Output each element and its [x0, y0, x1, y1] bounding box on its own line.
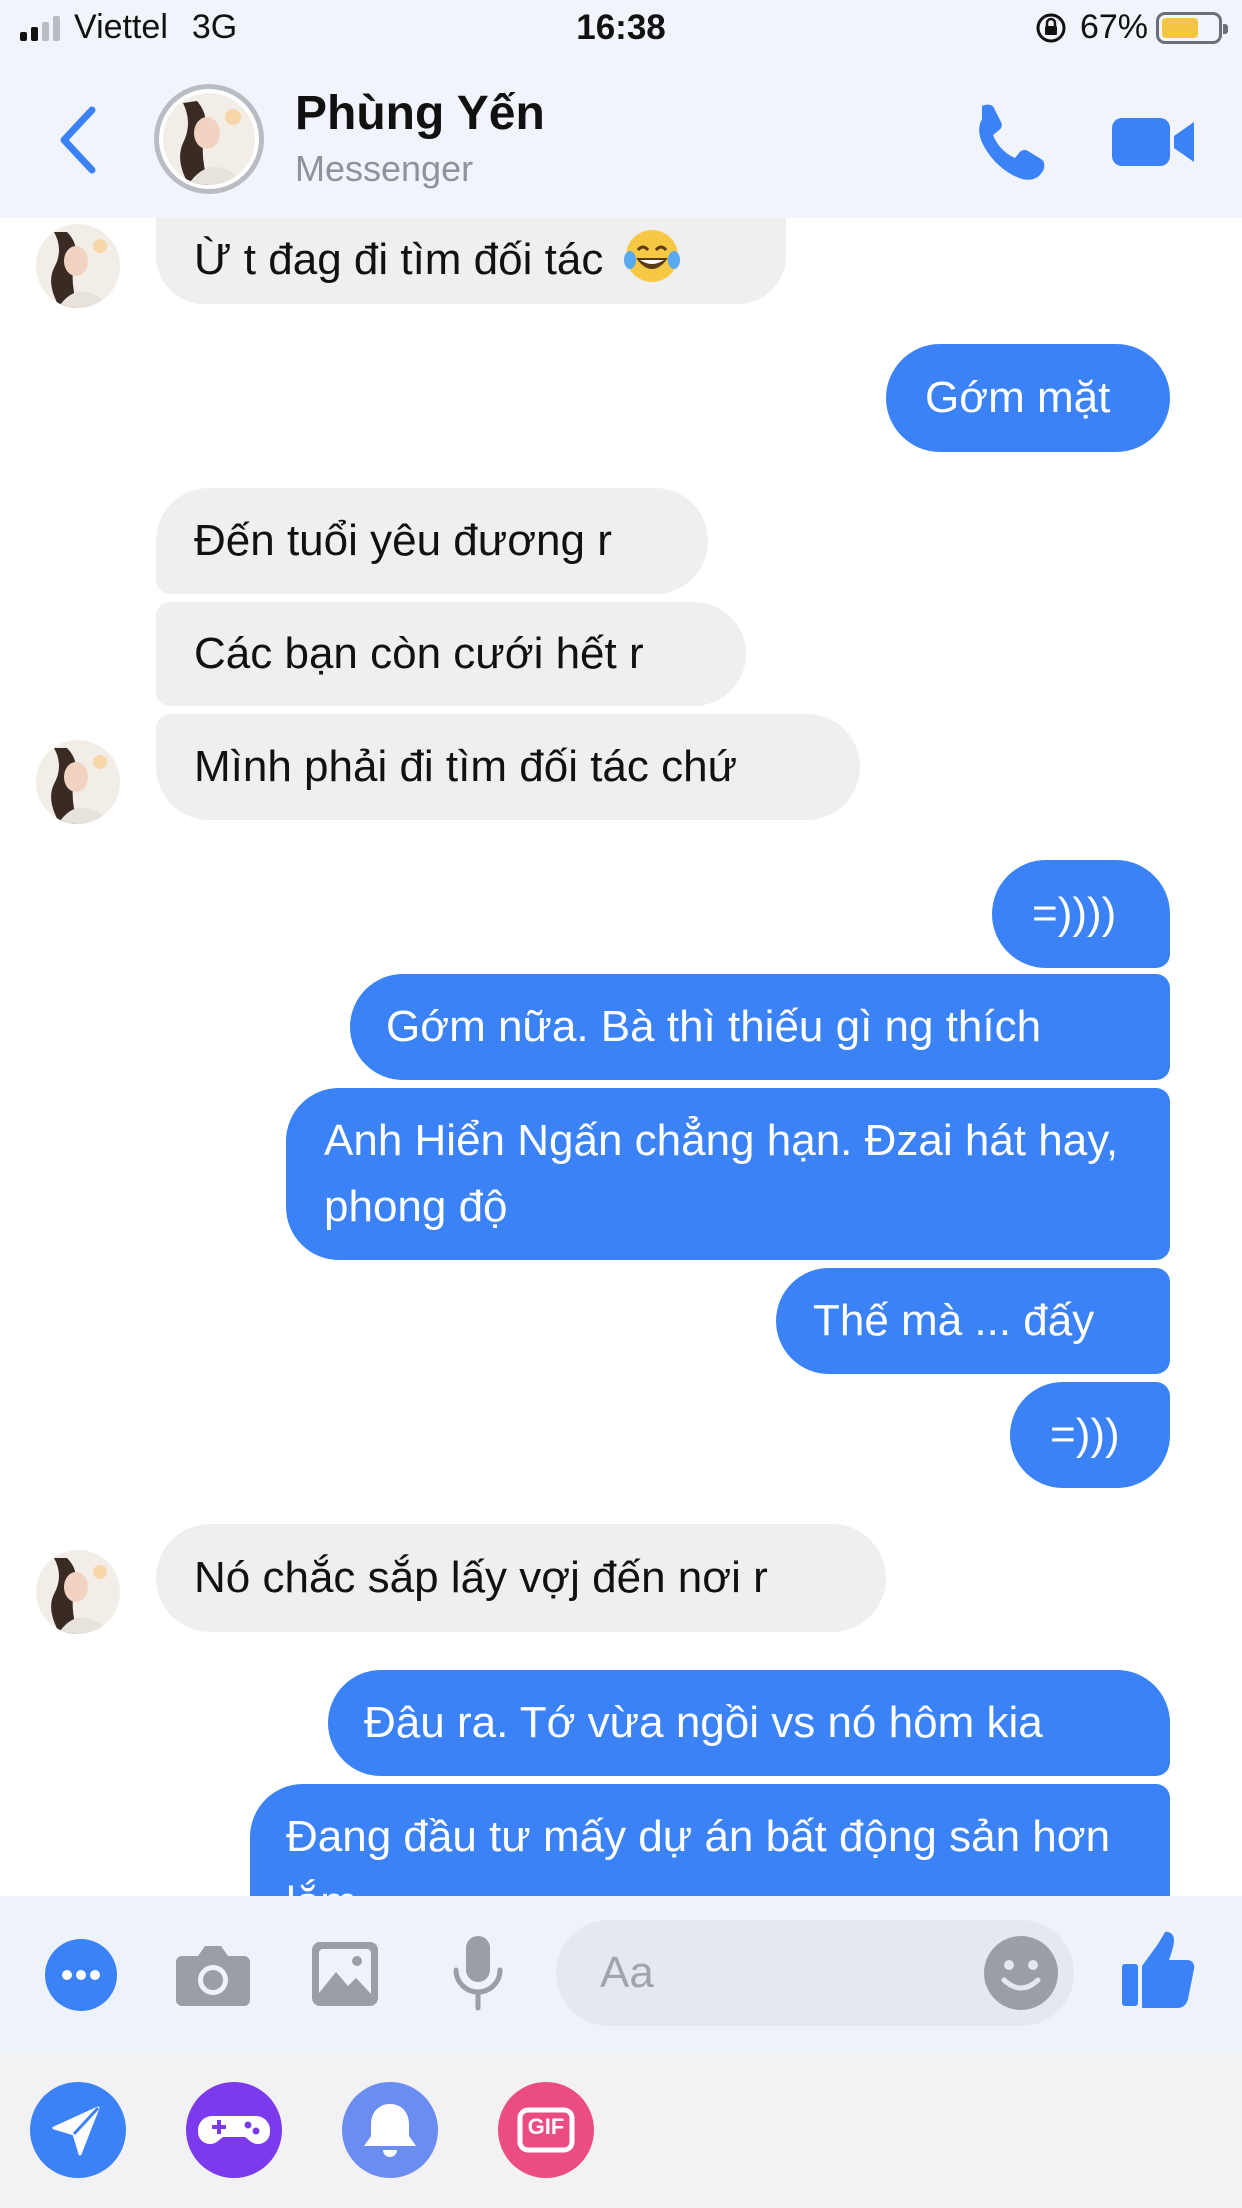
phone-call-icon[interactable] — [968, 100, 1046, 180]
more-options-icon[interactable] — [44, 1938, 118, 2012]
incoming-message[interactable]: Nó chắc sắp lấy vợj đến nơi r — [156, 1524, 886, 1632]
video-call-icon[interactable] — [1110, 112, 1196, 172]
outgoing-message[interactable]: Đang đầu tư mấy dự án bất động sản hơn l… — [250, 1784, 1170, 1896]
game-controller-icon — [197, 2116, 271, 2145]
games-button[interactable] — [186, 2082, 282, 2178]
conversation-header: Phùng Yến Messenger — [0, 62, 1242, 218]
reminders-button[interactable] — [342, 2082, 438, 2178]
avatar-photo-icon — [163, 93, 255, 185]
outgoing-message[interactable]: Gớm mặt — [886, 344, 1170, 452]
laughing-tears-emoji — [623, 230, 680, 282]
sender-avatar[interactable] — [36, 740, 120, 824]
composer-bar: Aa — [0, 1896, 1242, 2052]
outgoing-message[interactable]: Thế mà ... đấy — [776, 1268, 1170, 1374]
bell-icon — [364, 2104, 416, 2157]
camera-icon[interactable] — [174, 1940, 252, 2010]
gallery-icon[interactable] — [310, 1938, 380, 2010]
contact-name: Phùng Yến — [295, 87, 545, 140]
emoji-picker-icon[interactable] — [982, 1934, 1060, 2012]
avatar-photo-icon — [36, 224, 120, 308]
outgoing-message[interactable]: Gớm nữa. Bà thì thiếu gì ng thích — [350, 974, 1170, 1080]
message-list[interactable]: Ừ t đag đi tìm đối tác Gớm mặt Đến tuổi … — [0, 218, 1242, 1896]
battery-icon — [1156, 11, 1228, 44]
outgoing-message[interactable]: =))) — [1010, 1382, 1170, 1488]
rotation-lock-icon — [1036, 13, 1066, 42]
send-location-button[interactable] — [30, 2082, 126, 2178]
gif-button[interactable]: GIF — [498, 2082, 594, 2178]
app-tray: GIF — [0, 2052, 1242, 2208]
avatar-photo-icon — [36, 1550, 120, 1634]
battery-percent: 67% — [1079, 8, 1148, 46]
outgoing-message[interactable]: =)))) — [992, 860, 1170, 968]
avatar-photo-icon — [36, 740, 120, 824]
gif-label: GIF — [527, 2114, 565, 2139]
outgoing-message[interactable]: Anh Hiển Ngấn chẳng hạn. Đzai hát hay, p… — [286, 1088, 1170, 1260]
status-bar: Viettel 3G 16:38 67% — [0, 0, 1242, 62]
contact-avatar[interactable] — [154, 84, 264, 194]
message-input-placeholder: Aa — [600, 1948, 654, 1997]
incoming-message[interactable]: Các bạn còn cưới hết r — [156, 602, 746, 706]
send-arrow-icon — [52, 2106, 100, 2156]
incoming-message[interactable]: Ừ t đag đi tìm đối tác — [156, 218, 786, 304]
sender-avatar[interactable] — [36, 1550, 120, 1634]
sender-avatar[interactable] — [36, 224, 120, 308]
status-right: 67% — [1034, 8, 1228, 47]
microphone-icon[interactable] — [450, 1934, 506, 2014]
outgoing-message[interactable]: Đâu ra. Tớ vừa ngồi vs nó hôm kia — [328, 1670, 1170, 1776]
back-chevron-icon[interactable] — [50, 100, 110, 180]
incoming-message[interactable]: Đến tuổi yêu đương r — [156, 488, 708, 594]
contact-subtitle: Messenger — [295, 148, 474, 189]
message-input[interactable]: Aa — [556, 1920, 1074, 2026]
incoming-message[interactable]: Mình phải đi tìm đối tác chứ — [156, 714, 860, 820]
thumbs-up-icon[interactable] — [1120, 1930, 1196, 2010]
